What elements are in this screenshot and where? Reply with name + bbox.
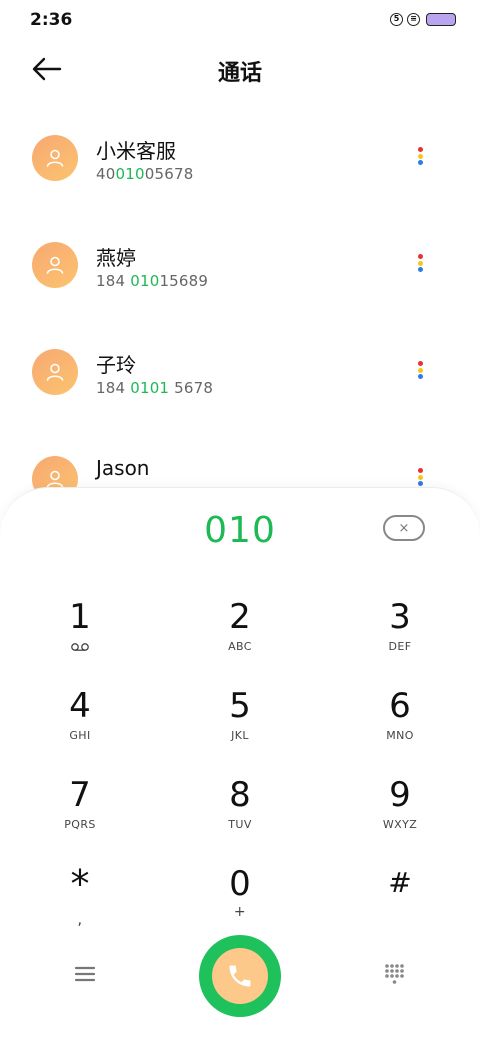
number-match: 0101 [130, 379, 170, 397]
notification-icon: 5 [390, 13, 403, 26]
key-letters: DEF [388, 640, 412, 653]
person-icon [46, 363, 64, 381]
dialpad-toggle-button[interactable] [384, 963, 406, 987]
bottom-bar [0, 935, 480, 1025]
contact-name: 子玲 [96, 353, 136, 377]
key-2[interactable]: 2 ABC [160, 583, 320, 672]
number-match: 010 [130, 272, 160, 290]
close-icon: × [398, 520, 410, 536]
key-digit: # [388, 866, 412, 899]
key-star[interactable]: * , [0, 850, 160, 939]
key-4[interactable]: 4 GHI [0, 672, 160, 761]
contact-number: 184 01015689 [96, 272, 208, 290]
key-1[interactable]: 1 [0, 583, 160, 672]
key-digit: 3 [389, 597, 411, 637]
key-digit: 9 [389, 775, 411, 815]
contact-name: 燕婷 [96, 246, 136, 270]
avatar [32, 135, 78, 181]
call-button-inner [212, 948, 268, 1004]
contact-name: 小米客服 [96, 139, 176, 163]
number-part: 184 [96, 272, 131, 290]
key-digit: 0 [229, 864, 251, 904]
header: 通话 [0, 40, 480, 100]
battery-icon [426, 13, 456, 26]
call-button[interactable] [199, 935, 281, 1017]
contact-row[interactable]: 燕婷 184 01015689 [0, 222, 480, 329]
key-digit: 8 [229, 775, 251, 815]
more-vertical-icon[interactable] [414, 361, 426, 385]
key-8[interactable]: 8 TUV [160, 761, 320, 850]
more-vertical-icon[interactable] [414, 147, 426, 171]
contact-number: 184 0101 5678 [96, 379, 213, 397]
key-5[interactable]: 5 JKL [160, 672, 320, 761]
key-letters: TUV [228, 818, 252, 831]
key-0[interactable]: 0 + [160, 850, 320, 939]
key-3[interactable]: 3 DEF [320, 583, 480, 672]
key-letters: ABC [228, 640, 252, 653]
key-hash[interactable]: # [320, 850, 480, 939]
more-vertical-icon[interactable] [414, 254, 426, 278]
message-icon: ≡ [407, 13, 420, 26]
number-part: 05678 [144, 165, 194, 183]
avatar [32, 349, 78, 395]
page-title: 通话 [217, 61, 262, 86]
number-match: 010 [115, 165, 145, 183]
contact-row[interactable]: 子玲 184 0101 5678 [0, 329, 480, 436]
person-icon [46, 256, 64, 274]
key-digit: 1 [69, 597, 91, 637]
key-letters: , [77, 910, 83, 928]
number-part: 184 [96, 379, 131, 397]
key-letters: JKL [231, 729, 249, 742]
status-icons: 5 ≡ [390, 13, 456, 26]
key-letters: + [233, 904, 247, 920]
voicemail-icon [71, 643, 89, 651]
menu-button[interactable] [74, 963, 96, 985]
key-6[interactable]: 6 MNO [320, 672, 480, 761]
phone-icon [229, 965, 251, 987]
number-part: 40 [96, 165, 116, 183]
key-9[interactable]: 9 WXYZ [320, 761, 480, 850]
key-letters: GHI [69, 729, 91, 742]
key-digit: 7 [69, 775, 91, 815]
status-time: 2:36 [30, 10, 73, 30]
backspace-button[interactable]: × [383, 515, 425, 541]
status-bar: 2:36 5 ≡ [0, 0, 480, 40]
contact-row[interactable]: 小米客服 4001005678 [0, 115, 480, 222]
key-7[interactable]: 7 PQRS [0, 761, 160, 850]
key-digit: * [70, 862, 90, 906]
contact-number: 4001005678 [96, 165, 193, 183]
contact-name: Jason [96, 456, 150, 480]
contact-list: 小米客服 4001005678 燕婷 184 01015689 子玲 184 0… [0, 115, 480, 543]
dialpad-icon [385, 964, 404, 984]
keypad: 1 2 ABC 3 DEF 4 GHI 5 JKL 6 MNO 7 PQRS 8… [0, 583, 480, 939]
key-digit: 5 [229, 686, 251, 726]
avatar [32, 242, 78, 288]
number-part: 5678 [169, 379, 214, 397]
key-letters: WXYZ [382, 818, 418, 831]
key-digit: 6 [389, 686, 411, 726]
key-letters: MNO [386, 729, 414, 742]
key-digit: 2 [229, 597, 251, 637]
menu-icon [74, 966, 96, 982]
person-icon [46, 149, 64, 167]
key-digit: 4 [69, 686, 91, 726]
key-letters: PQRS [64, 818, 96, 831]
number-part: 15689 [159, 272, 209, 290]
